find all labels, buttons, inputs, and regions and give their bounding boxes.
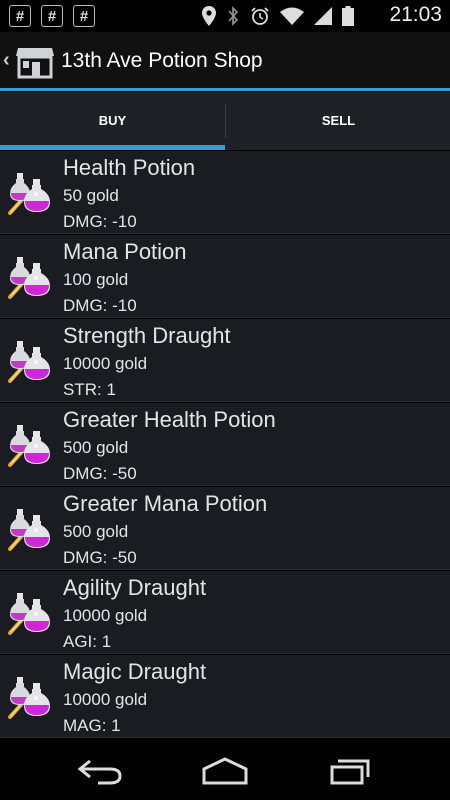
- tab-bar: BUY SELL: [0, 92, 450, 150]
- status-bar: # # # 21:03: [0, 0, 450, 32]
- back-icon[interactable]: [76, 755, 124, 787]
- item-price: 10000 gold: [63, 354, 148, 373]
- item-price: 500 gold: [63, 438, 129, 457]
- item-stat: DMG: -10: [63, 212, 137, 231]
- potion-icon: [8, 339, 52, 383]
- item-name: Greater Health Potion: [63, 407, 276, 432]
- item-price: 500 gold: [63, 522, 129, 541]
- item-name: Mana Potion: [63, 239, 187, 264]
- list-item[interactable]: Strength Draught 10000 gold STR: 1: [0, 319, 450, 402]
- notification-hash-icon: #: [73, 5, 95, 27]
- status-icons: [202, 4, 354, 28]
- item-stat: DMG: -50: [63, 464, 137, 483]
- potion-icon: [8, 591, 52, 635]
- battery-icon: [342, 6, 354, 26]
- action-bar: ‹ 13th Ave Potion Shop: [0, 32, 450, 90]
- tab-sell[interactable]: SELL: [226, 92, 450, 150]
- potion-icon: [8, 171, 52, 215]
- wifi-icon: [280, 7, 304, 25]
- list-item[interactable]: Greater Health Potion 500 gold DMG: -50: [0, 403, 450, 486]
- item-price: 10000 gold: [63, 606, 148, 625]
- potion-icon: [8, 255, 52, 299]
- item-stat: DMG: -50: [63, 548, 137, 567]
- notification-hash-icon: #: [9, 5, 31, 27]
- item-stat: MAG: 1: [63, 716, 121, 735]
- signal-icon: [314, 7, 332, 25]
- status-clock: 21:03: [389, 3, 442, 26]
- home-icon[interactable]: [200, 755, 250, 787]
- item-price: 50 gold: [63, 186, 119, 205]
- item-name: Magic Draught: [63, 659, 207, 684]
- tab-selected-indicator: [0, 145, 225, 150]
- item-price: 10000 gold: [63, 690, 148, 709]
- recents-icon[interactable]: [328, 755, 374, 787]
- potion-icon: [8, 507, 52, 551]
- list-item[interactable]: Mana Potion 100 gold DMG: -10: [0, 235, 450, 318]
- item-stat: DMG: -10: [63, 296, 137, 315]
- item-name: Strength Draught: [63, 323, 231, 348]
- item-stat: STR: 1: [63, 380, 116, 399]
- item-list: Health Potion 50 gold DMG: -10 Mana Poti…: [0, 151, 450, 741]
- item-name: Health Potion: [63, 155, 196, 180]
- potion-icon: [8, 423, 52, 467]
- back-caret-icon[interactable]: ‹: [3, 49, 10, 72]
- list-item[interactable]: Agility Draught 10000 gold AGI: 1: [0, 571, 450, 654]
- shop-icon[interactable]: [14, 40, 56, 82]
- action-bar-divider: [0, 88, 450, 91]
- navigation-bar: [0, 741, 450, 800]
- item-price: 100 gold: [63, 270, 129, 289]
- list-item[interactable]: Health Potion 50 gold DMG: -10: [0, 151, 450, 234]
- tab-buy[interactable]: BUY: [0, 92, 225, 150]
- item-name: Agility Draught: [63, 575, 207, 600]
- potion-icon: [8, 675, 52, 719]
- list-item[interactable]: Greater Mana Potion 500 gold DMG: -50: [0, 487, 450, 570]
- list-item[interactable]: Magic Draught 10000 gold MAG: 1: [0, 655, 450, 738]
- item-stat: AGI: 1: [63, 632, 112, 651]
- notification-hash-icon: #: [41, 5, 63, 27]
- alarm-icon: [251, 7, 269, 25]
- location-icon: [202, 6, 216, 26]
- bluetooth-icon: [228, 6, 239, 26]
- page-title: 13th Ave Potion Shop: [61, 49, 263, 72]
- item-name: Greater Mana Potion: [63, 491, 268, 516]
